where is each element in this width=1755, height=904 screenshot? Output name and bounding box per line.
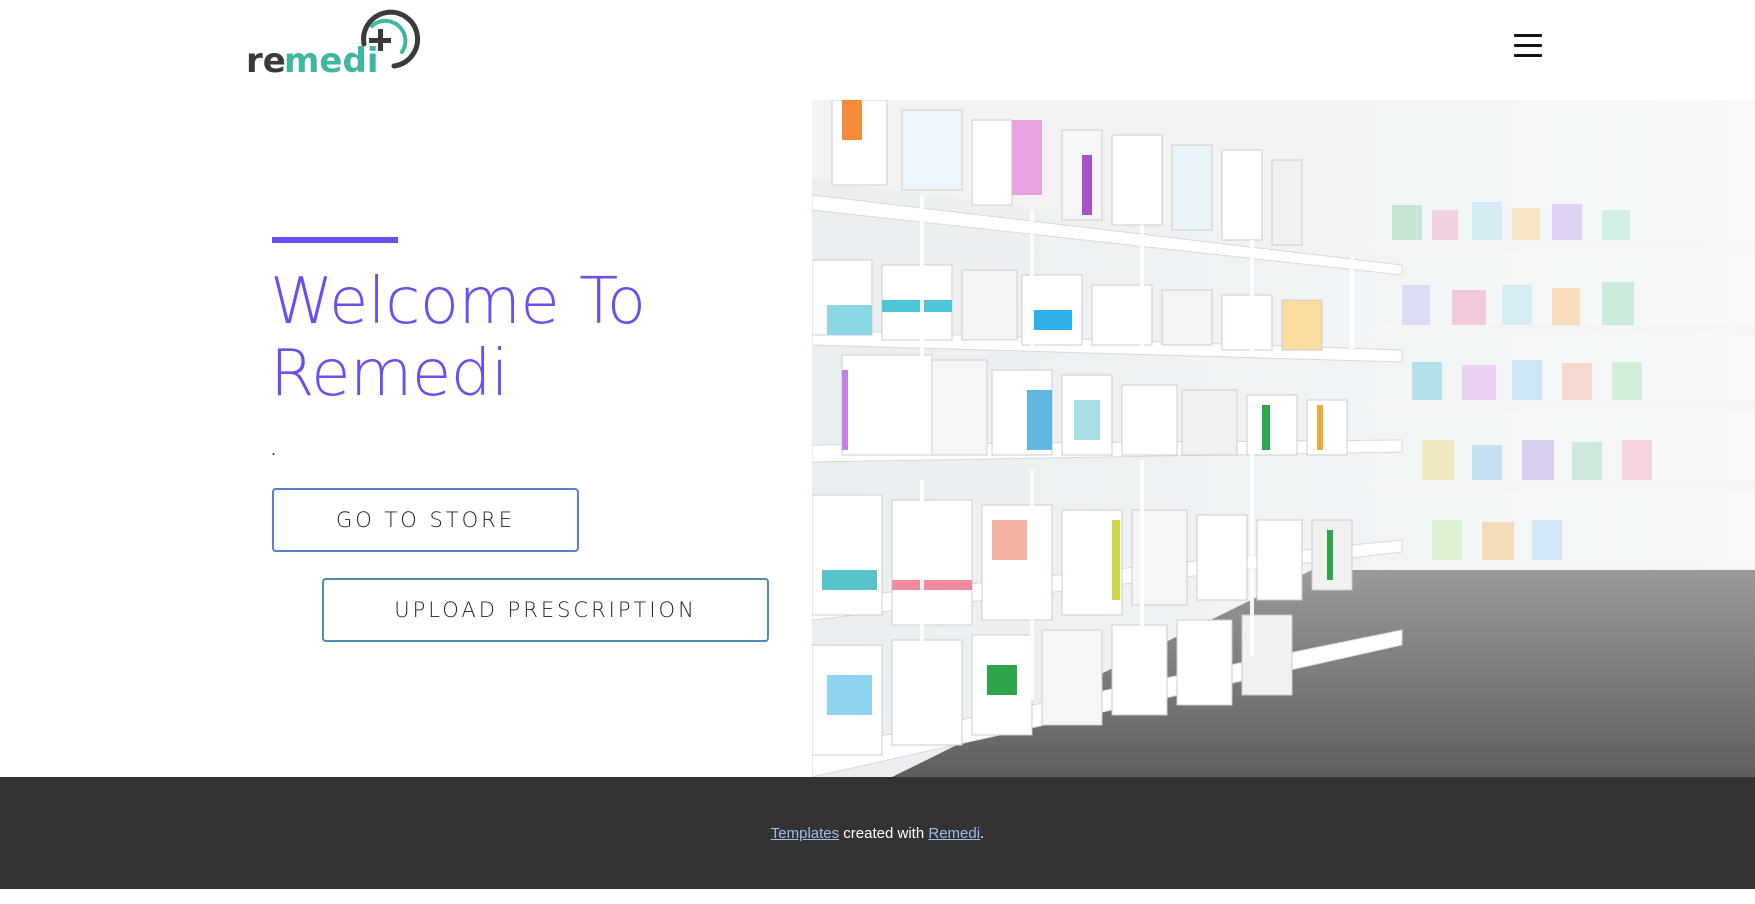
- upload-prescription-button[interactable]: UPLOAD PRESCRIPTION: [322, 578, 769, 642]
- page-bottom-strip: [0, 889, 1755, 904]
- go-to-store-button[interactable]: GO TO STORE: [272, 488, 579, 552]
- footer-end-text: .: [980, 824, 985, 842]
- hero-title: Welcome To Remedi: [270, 266, 790, 410]
- site-footer: Templates created with Remedi.: [0, 777, 1755, 889]
- logo-text-main: medi: [284, 41, 378, 78]
- hero-title-line2: Remedi: [270, 337, 509, 411]
- site-header: re medi: [0, 0, 1755, 100]
- templates-link[interactable]: Templates: [771, 825, 839, 842]
- footer-middle-text: created with: [839, 824, 929, 842]
- hero-title-line1: Welcome To: [270, 265, 646, 339]
- remedi-link[interactable]: Remedi: [928, 825, 980, 842]
- footer-credit: Templates created with Remedi.: [771, 825, 984, 842]
- hero-subtitle: .: [271, 440, 277, 459]
- remedi-logo[interactable]: re medi: [244, 8, 424, 78]
- hamburger-menu-icon[interactable]: [1514, 34, 1544, 64]
- logo-text-prefix: re: [246, 41, 286, 78]
- title-accent-bar: [272, 237, 398, 243]
- pharmacy-shelves-image: [812, 100, 1755, 777]
